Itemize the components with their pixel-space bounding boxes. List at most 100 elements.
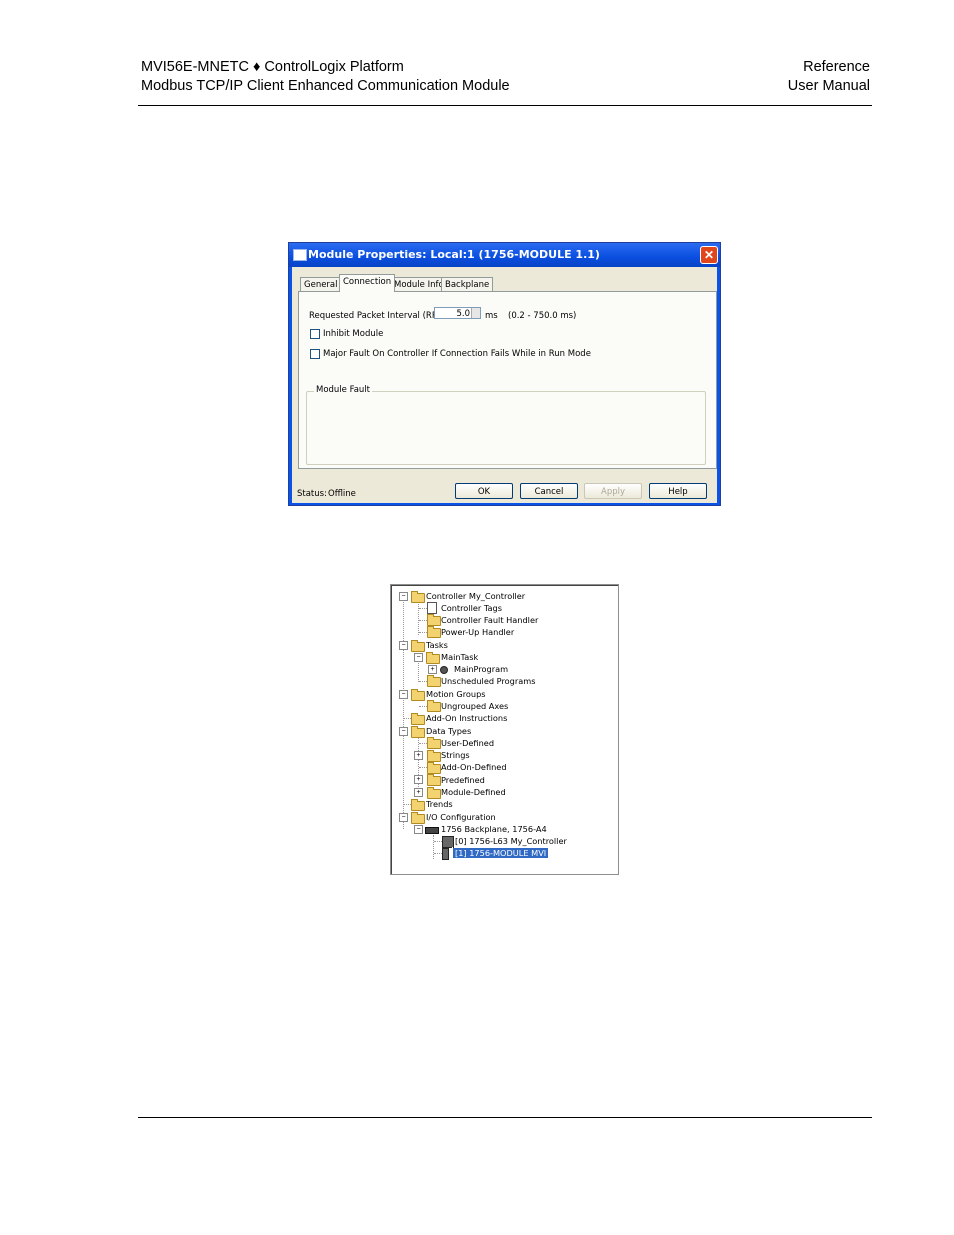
tags-icon xyxy=(427,602,437,614)
tab-backplane[interactable]: Backplane xyxy=(441,277,494,292)
major-fault-label: Major Fault On Controller If Connection … xyxy=(323,349,591,359)
tree-line xyxy=(419,743,427,744)
cancel-button[interactable]: Cancel xyxy=(520,483,578,499)
module-fault-group xyxy=(306,391,706,465)
tree-line xyxy=(403,718,411,719)
tree-item-slot-0[interactable]: [0] 1756-L63 My_Controller xyxy=(455,835,567,847)
tree-item-user-defined[interactable]: User-Defined xyxy=(441,737,494,749)
selected-module-label: [1] 1756-MODULE MVI xyxy=(451,847,550,859)
module-properties-dialog: Module Properties: Local:1 (1756-MODULE … xyxy=(288,242,721,506)
tree-item-controller[interactable]: Controller My_Controller xyxy=(426,590,525,602)
apply-button[interactable]: Apply xyxy=(584,483,642,499)
collapse-icon[interactable]: − xyxy=(399,592,408,601)
folder-icon xyxy=(427,626,441,638)
rpi-value: 5.0 xyxy=(456,309,470,319)
collapse-icon[interactable]: − xyxy=(414,653,423,662)
expand-icon[interactable]: + xyxy=(414,775,423,784)
tree-line xyxy=(403,804,411,805)
close-icon[interactable]: ✕ xyxy=(700,246,718,264)
expand-icon[interactable]: + xyxy=(428,665,437,674)
header-doc-type: User Manual xyxy=(787,78,870,94)
help-button[interactable]: Help xyxy=(649,483,707,499)
program-icon xyxy=(440,666,448,674)
window-icon xyxy=(293,249,307,261)
rpi-input[interactable]: 5.0 xyxy=(434,307,481,319)
page-header-right: Reference User Manual xyxy=(788,58,870,96)
tree-item-motion-groups[interactable]: Motion Groups xyxy=(426,688,486,700)
header-product-line: MVI56E-MNETC ♦ ControlLogix Platform xyxy=(141,59,404,75)
tree-item-io-configuration[interactable]: I/O Configuration xyxy=(426,811,496,823)
expand-icon[interactable]: + xyxy=(414,751,423,760)
tree-item-strings[interactable]: Strings xyxy=(441,749,470,761)
datatype-folder-icon xyxy=(427,750,441,762)
tree-item-data-types[interactable]: Data Types xyxy=(426,725,471,737)
inhibit-module-label: Inhibit Module xyxy=(323,329,384,339)
tree-item-unscheduled-programs[interactable]: Unscheduled Programs xyxy=(441,675,535,687)
collapse-icon[interactable]: − xyxy=(399,690,408,699)
header-section: Reference xyxy=(803,59,870,75)
folder-icon xyxy=(411,689,425,701)
tree-line xyxy=(419,608,427,609)
collapse-icon[interactable]: − xyxy=(399,813,408,822)
collapse-icon[interactable]: − xyxy=(399,641,408,650)
tree-line xyxy=(419,681,427,682)
tree-item-add-on-instructions[interactable]: Add-On Instructions xyxy=(426,712,507,724)
folder-icon xyxy=(427,614,441,626)
rpi-label: Requested Packet Interval (RPI): xyxy=(309,311,446,321)
collapse-icon[interactable]: − xyxy=(414,825,423,834)
tree-item-trends[interactable]: Trends xyxy=(426,798,453,810)
rpi-spinner[interactable] xyxy=(471,308,480,318)
major-fault-checkbox[interactable] xyxy=(310,349,320,359)
dialog-body: General Connection Module Info Backplane… xyxy=(292,267,717,503)
folder-icon xyxy=(411,812,425,824)
controller-organizer-tree: − Controller My_Controller Controller Ta… xyxy=(390,584,619,875)
tree-item-main-task[interactable]: MainTask xyxy=(441,651,478,663)
ok-button[interactable]: OK xyxy=(455,483,513,499)
tree-item-tasks[interactable]: Tasks xyxy=(426,639,448,651)
folder-icon xyxy=(411,640,425,652)
module-icon xyxy=(442,848,449,860)
collapse-icon[interactable]: − xyxy=(399,727,408,736)
tree-line xyxy=(403,599,404,829)
folder-icon xyxy=(411,726,425,738)
module-fault-label: Module Fault xyxy=(314,385,373,395)
footer-rule xyxy=(138,1117,872,1118)
tree-line xyxy=(419,620,427,621)
tree-line xyxy=(419,767,427,768)
tree-item-module-defined[interactable]: Module-Defined xyxy=(441,786,506,798)
header-module-name: Modbus TCP/IP Client Enhanced Communicat… xyxy=(141,78,510,94)
tree-line xyxy=(434,853,442,854)
folder-icon xyxy=(411,713,425,725)
tree-item-predefined[interactable]: Predefined xyxy=(441,774,485,786)
tab-general[interactable]: General xyxy=(300,277,342,292)
rpi-range: (0.2 - 750.0 ms) xyxy=(508,311,577,321)
tree-item-power-up-handler[interactable]: Power-Up Handler xyxy=(441,626,514,638)
tree-line xyxy=(418,601,419,635)
tree-line xyxy=(419,706,427,707)
expand-icon[interactable]: + xyxy=(414,788,423,797)
tree-item-add-on-defined[interactable]: Add-On-Defined xyxy=(441,761,507,773)
folder-icon xyxy=(411,799,425,811)
datatype-folder-icon xyxy=(427,737,441,749)
folder-icon xyxy=(427,675,441,687)
inhibit-module-checkbox[interactable] xyxy=(310,329,320,339)
status-value: Offline xyxy=(328,489,356,499)
tree-line xyxy=(434,841,442,842)
folder-icon xyxy=(411,591,425,603)
tree-line xyxy=(433,835,434,859)
status-label: Status: xyxy=(297,489,327,499)
datatype-folder-icon xyxy=(427,762,441,774)
tree-item-controller-fault-handler[interactable]: Controller Fault Handler xyxy=(441,614,538,626)
tree-item-slot-1[interactable]: [1] 1756-MODULE MVI xyxy=(451,847,550,859)
tree-item-ungrouped-axes[interactable]: Ungrouped Axes xyxy=(441,700,508,712)
tab-module-info[interactable]: Module Info xyxy=(390,277,448,292)
rpi-unit: ms xyxy=(485,311,498,321)
tree-item-controller-tags[interactable]: Controller Tags xyxy=(441,602,502,614)
tree-line xyxy=(419,632,427,633)
tree-item-backplane[interactable]: 1756 Backplane, 1756-A4 xyxy=(441,823,547,835)
datatype-folder-icon xyxy=(427,774,441,786)
tree-item-main-program[interactable]: MainProgram xyxy=(454,663,508,675)
header-rule xyxy=(138,105,872,106)
tab-connection[interactable]: Connection xyxy=(339,274,396,292)
dialog-titlebar: Module Properties: Local:1 (1756-MODULE … xyxy=(289,243,720,267)
